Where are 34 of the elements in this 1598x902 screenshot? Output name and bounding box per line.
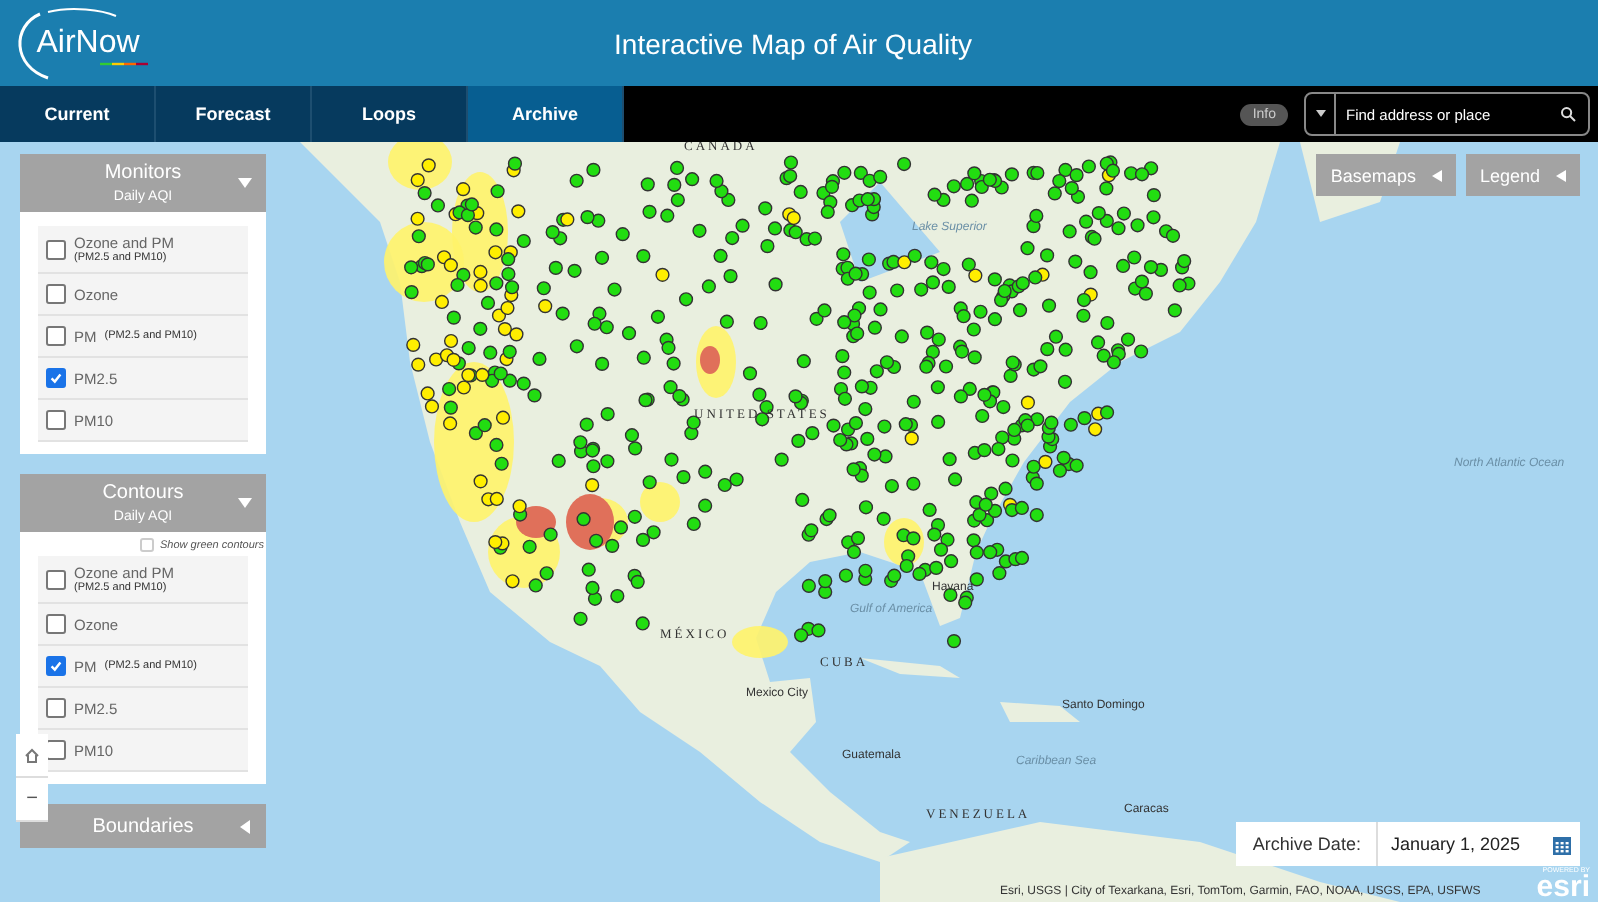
checkbox[interactable] [46,239,66,259]
logo[interactable]: AirNow [12,7,148,79]
panel-title: Boundaries [92,815,194,837]
checkbox[interactable] [46,614,66,634]
caret-icon [238,177,252,189]
caret-icon [1431,169,1442,181]
checkbox[interactable] [46,698,66,718]
zoom-out-button[interactable]: − [16,778,48,822]
home-button[interactable] [16,734,48,778]
nav-tab[interactable]: Current [0,86,156,142]
logo-text: AirNow [36,25,140,61]
caret-icon [238,497,252,509]
archive-date-label: Archive Date: [1236,822,1379,866]
checkbox[interactable] [46,326,66,346]
nav-tab[interactable]: Forecast [156,86,312,142]
calendar-icon[interactable] [1552,833,1572,855]
panel-title: Monitors [104,162,182,184]
checkbox[interactable] [46,284,66,304]
checkbox[interactable] [46,368,66,388]
nav-tab[interactable]: Archive [468,86,624,142]
home-icon [24,747,40,763]
checkbox[interactable] [46,656,66,676]
checkbox[interactable] [46,569,66,589]
panel-title: Contours [102,482,184,504]
checkbox[interactable] [140,538,155,552]
checkbox[interactable] [46,740,66,760]
caret-icon [240,820,252,834]
page-title: Interactive Map of Air Quality [612,27,974,59]
logo-swoosh-icon [12,5,148,81]
checkbox[interactable] [46,410,66,430]
search-icon[interactable] [1560,106,1576,122]
nav-tab[interactable]: Loops [312,86,468,142]
caret-icon [1556,169,1566,181]
date-field[interactable]: January 1, 2025 [1378,833,1580,855]
